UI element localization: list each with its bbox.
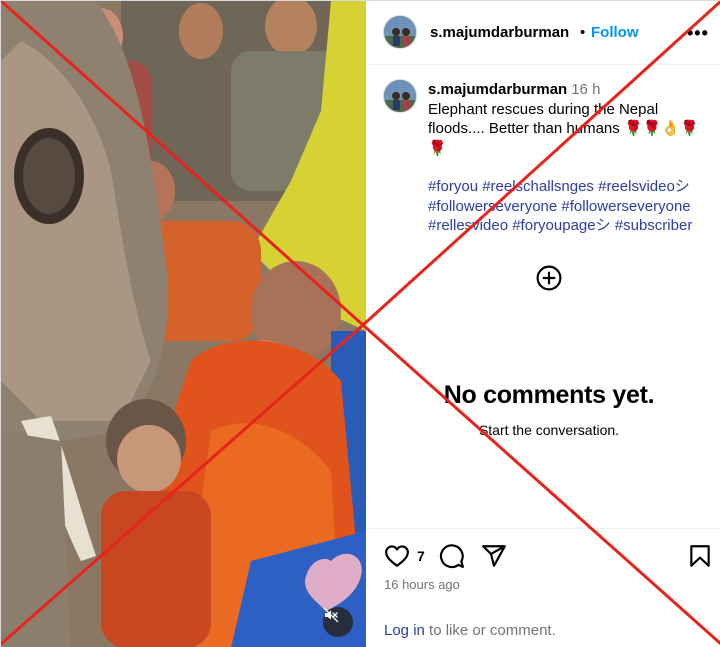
avatar[interactable] bbox=[383, 15, 417, 49]
follow-button[interactable]: Follow bbox=[591, 24, 639, 41]
more-options-icon[interactable]: ••• bbox=[687, 23, 709, 44]
caption-username[interactable]: s.majumdarburman bbox=[428, 81, 567, 98]
caption-avatar[interactable] bbox=[383, 79, 417, 113]
profile-photo bbox=[384, 80, 416, 112]
caption-time: 16 h bbox=[571, 81, 601, 98]
video-frame-image bbox=[1, 1, 366, 647]
no-comments-title: No comments yet. bbox=[443, 381, 655, 409]
post-video[interactable] bbox=[1, 1, 366, 647]
login-prompt-text: to like or comment. bbox=[424, 622, 556, 639]
mute-button[interactable] bbox=[323, 607, 353, 637]
post-side-panel: s.majumdarburman • Follow ••• s.majumdar… bbox=[367, 1, 720, 647]
heart-icon[interactable] bbox=[384, 543, 410, 569]
like-count[interactable]: 7 bbox=[417, 548, 425, 564]
post-frame: s.majumdarburman • Follow ••• s.majumdar… bbox=[0, 0, 720, 647]
header-username[interactable]: s.majumdarburman bbox=[430, 24, 569, 41]
no-comments-subtitle: Start the conversation. bbox=[478, 422, 620, 438]
send-icon[interactable] bbox=[481, 543, 507, 569]
follow-separator: • bbox=[580, 24, 586, 41]
login-prompt: Log in to like or comment. bbox=[384, 622, 556, 639]
speaker-muted-icon bbox=[323, 607, 339, 623]
bookmark-icon[interactable] bbox=[687, 543, 713, 569]
comment-icon[interactable] bbox=[439, 543, 465, 569]
login-link[interactable]: Log in bbox=[384, 622, 425, 639]
add-circle-icon[interactable] bbox=[536, 265, 562, 291]
post-header: s.majumdarburman • Follow ••• bbox=[367, 1, 720, 65]
caption-text: Elephant rescues during the Nepal floods… bbox=[428, 100, 699, 157]
post-caption: s.majumdarburman 16 h Elephant rescues du… bbox=[428, 80, 712, 158]
post-actions-bar: 7 16 hours ago Log in to like or comment… bbox=[367, 528, 720, 647]
caption-hashtags[interactable]: #foryou #reelschallsnges #reelsvideoシ #f… bbox=[428, 177, 718, 236]
post-timestamp: 16 hours ago bbox=[384, 577, 460, 592]
profile-photo bbox=[384, 16, 416, 48]
